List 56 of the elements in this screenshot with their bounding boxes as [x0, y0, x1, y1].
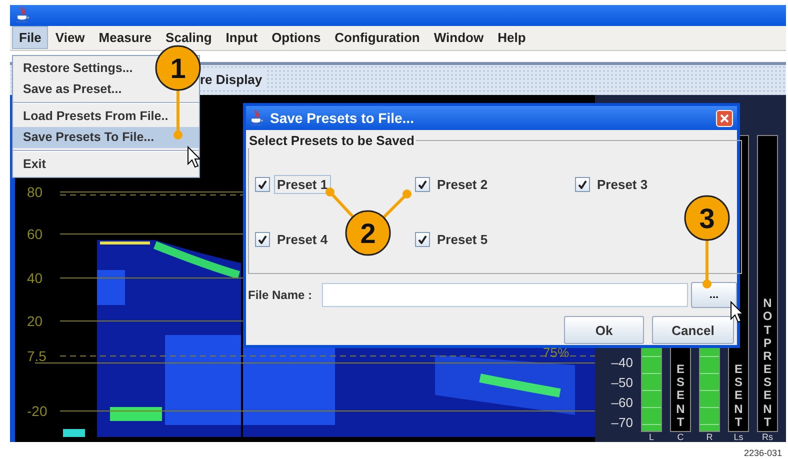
- channel-label: Ls: [734, 432, 744, 442]
- menu-item[interactable]: Load Presets From File..: [13, 106, 178, 127]
- menu-item[interactable]: Window: [426, 26, 491, 50]
- ok-button[interactable]: Ok: [564, 316, 644, 344]
- menu-item[interactable]: Scaling: [158, 26, 219, 50]
- not-present-text: NOT PRESENT: [762, 297, 774, 431]
- checkbox[interactable]: [255, 232, 270, 247]
- cancel-button[interactable]: Cancel: [652, 316, 734, 344]
- menu-item[interactable]: Restore Settings...: [13, 58, 143, 79]
- checkbox-label[interactable]: Preset 1: [274, 175, 331, 194]
- percent-label: 75%: [543, 345, 570, 360]
- meter-scale-label: –70: [610, 416, 633, 430]
- channel-label: L: [648, 432, 654, 442]
- graticule-label: 40: [27, 270, 43, 286]
- menu-item[interactable]: Options: [264, 26, 328, 50]
- graticule-label: 60: [27, 226, 43, 242]
- dialog-title: Save Presets to File...: [270, 110, 414, 126]
- menu-item[interactable]: Exit: [13, 154, 56, 175]
- file-name-field[interactable]: [322, 283, 688, 307]
- close-button[interactable]: [716, 110, 733, 126]
- channel-label: C: [677, 432, 684, 442]
- menu-item[interactable]: View: [48, 26, 92, 50]
- meter-scale-label: –60: [610, 396, 633, 410]
- app-logo-icon: [16, 7, 30, 24]
- checkbox[interactable]: [255, 177, 270, 192]
- file-name-label: File Name :: [248, 288, 314, 302]
- graticule-label: -20: [27, 403, 48, 419]
- menu-item[interactable]: Measure: [92, 26, 159, 50]
- graticule-label: 80: [27, 184, 43, 200]
- menu-item[interactable]: File: [12, 26, 48, 50]
- checkbox-label[interactable]: Preset 3: [594, 175, 651, 194]
- figure-id: 2236-031: [744, 448, 782, 458]
- meter-scale-label: –50: [610, 376, 633, 390]
- browse-button[interactable]: ...: [691, 282, 737, 308]
- menu-item[interactable]: Configuration: [328, 26, 427, 50]
- close-icon: [720, 114, 729, 122]
- meter-scale-label: –40: [610, 356, 633, 370]
- checkbox-label[interactable]: Preset 5: [434, 230, 491, 249]
- checkbox[interactable]: [575, 177, 590, 192]
- checkbox-label[interactable]: Preset 2: [434, 175, 491, 194]
- graticule-label: 20: [27, 313, 43, 329]
- menu-item[interactable]: Save as Preset...: [13, 79, 132, 100]
- menu-item[interactable]: Help: [490, 26, 533, 50]
- menu-item[interactable]: Input: [218, 26, 265, 50]
- channel-label: Rs: [762, 432, 773, 442]
- channel-label: R: [706, 432, 713, 442]
- graticule-label: 7.5: [27, 348, 46, 364]
- not-present-text: ESENT: [675, 363, 686, 431]
- pointer-cursor-icon: [730, 300, 744, 323]
- pointer-cursor-icon: [188, 146, 202, 168]
- checkbox[interactable]: [415, 232, 430, 247]
- not-present-text: ESENT: [733, 363, 744, 431]
- checkbox[interactable]: [415, 177, 430, 192]
- app-logo-icon: [250, 110, 264, 126]
- group-title: Select Presets to be Saved: [248, 133, 416, 148]
- menu-item[interactable]: Save Presets To File...: [13, 127, 199, 148]
